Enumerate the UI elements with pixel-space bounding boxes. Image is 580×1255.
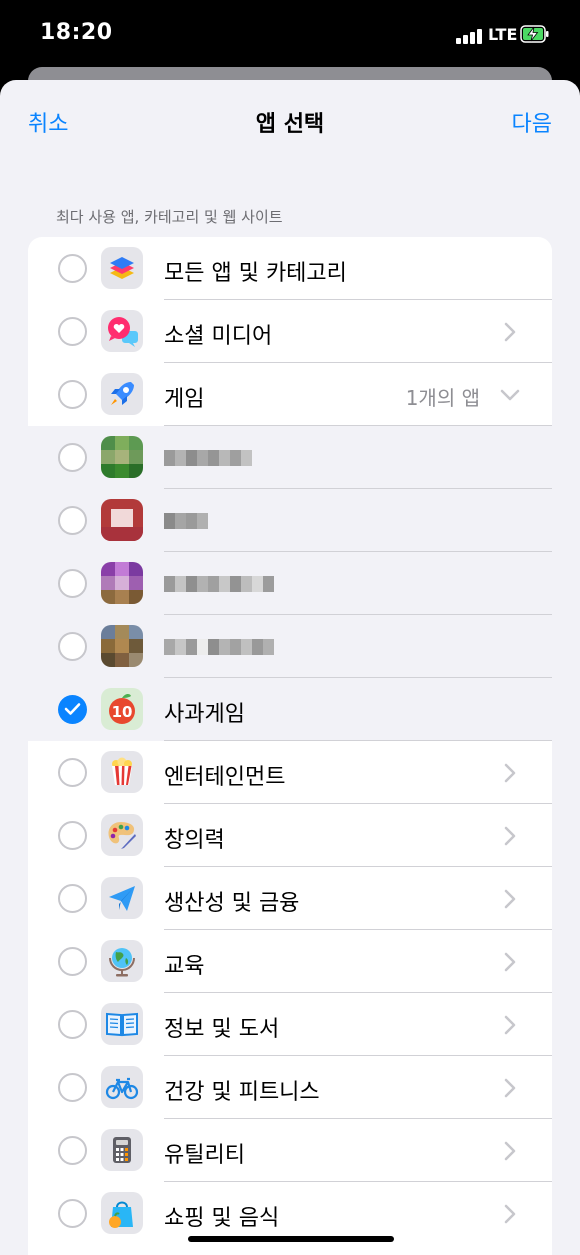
selection-circle[interactable] [58, 1199, 87, 1228]
selection-circle-checked[interactable] [58, 695, 87, 724]
selection-circle[interactable] [58, 632, 87, 661]
list-item-label: 쇼핑 및 음식 [164, 1206, 280, 1231]
selection-circle[interactable] [58, 254, 87, 283]
selection-circle[interactable] [58, 506, 87, 535]
chevron-right-icon [504, 952, 516, 972]
rocket-icon [101, 373, 143, 415]
list-item-label: 교육 [164, 954, 205, 979]
list-item-productivity-finance[interactable]: 생산성 및 금융 [28, 867, 552, 930]
home-indicator[interactable] [188, 1236, 394, 1242]
selection-circle[interactable] [58, 821, 87, 850]
selection-circle[interactable] [58, 380, 87, 409]
list-item-utilities[interactable]: 유틸리티 [28, 1119, 552, 1182]
list-item-social-media[interactable]: 소셜 미디어 [28, 300, 552, 363]
paper-plane-icon [101, 877, 143, 919]
list-item-label: 창의력 [164, 828, 225, 853]
blurred-app-name [164, 576, 274, 592]
list-item-entertainment[interactable]: 엔터테인먼트 [28, 741, 552, 804]
palette-icon [101, 814, 143, 856]
book-icon [101, 1003, 143, 1045]
selection-circle[interactable] [58, 1136, 87, 1165]
selection-circle[interactable] [58, 317, 87, 346]
category-list: 모든 앱 및 카테고리 소셜 미디어 게임 1개의 앱 10 사과게임 엔터테인… [28, 237, 552, 1255]
blurred-app-name [164, 513, 208, 529]
chat-bubbles-icon [101, 310, 143, 352]
popcorn-icon [101, 751, 143, 793]
blurred-app-icon [101, 499, 143, 541]
list-item-label: 엔터테인먼트 [164, 765, 286, 790]
status-time: 18:20 [40, 20, 113, 45]
apple-game-icon: 10 [101, 688, 143, 730]
section-header: 최다 사용 앱, 카테고리 및 웹 사이트 [56, 208, 283, 226]
blurred-app-icon [101, 625, 143, 667]
list-item-app[interactable] [28, 615, 552, 678]
chevron-right-icon [504, 889, 516, 909]
selection-circle[interactable] [58, 947, 87, 976]
blurred-app-name [164, 639, 274, 655]
checkmark-icon [64, 703, 81, 715]
chevron-right-icon [504, 1204, 516, 1224]
bicycle-icon [101, 1066, 143, 1108]
list-item-app[interactable] [28, 552, 552, 615]
list-item-label: 정보 및 도서 [164, 1017, 280, 1042]
selection-circle[interactable] [58, 758, 87, 787]
network-type: LTE [488, 25, 518, 44]
list-item-label: 생산성 및 금융 [164, 891, 300, 916]
blurred-app-name [164, 450, 252, 466]
list-item-app[interactable] [28, 489, 552, 552]
list-item-info-books[interactable]: 정보 및 도서 [28, 993, 552, 1056]
list-item-all-apps[interactable]: 모든 앱 및 카테고리 [28, 237, 552, 300]
chevron-right-icon [504, 1141, 516, 1161]
list-item-label: 게임 [164, 387, 205, 412]
list-item-creativity[interactable]: 창의력 [28, 804, 552, 867]
chevron-right-icon [504, 1078, 516, 1098]
app-picker-sheet: 취소 앱 선택 다음 최다 사용 앱, 카테고리 및 웹 사이트 모든 앱 및 … [0, 80, 580, 1255]
chevron-right-icon [504, 826, 516, 846]
list-item-label: 소셜 미디어 [164, 324, 273, 349]
calculator-icon [101, 1129, 143, 1171]
signal-strength-icon [456, 28, 484, 44]
page-title: 앱 선택 [255, 112, 325, 137]
selection-circle[interactable] [58, 1073, 87, 1102]
next-button[interactable]: 다음 [512, 106, 552, 138]
list-item-label: 건강 및 피트니스 [164, 1080, 320, 1105]
battery-charging-icon [520, 25, 550, 43]
list-item-apple-game[interactable]: 10 사과게임 [28, 678, 552, 741]
list-item-label: 유틸리티 [164, 1143, 245, 1168]
chevron-down-icon [500, 389, 520, 401]
chevron-right-icon [504, 1015, 516, 1035]
list-item-app[interactable] [28, 426, 552, 489]
list-item-education[interactable]: 교육 [28, 930, 552, 993]
list-item-games[interactable]: 게임 1개의 앱 [28, 363, 552, 426]
blurred-app-icon [101, 562, 143, 604]
chevron-right-icon [504, 322, 516, 342]
stack-icon [101, 247, 143, 289]
status-bar: 18:20 LTE [0, 0, 580, 70]
globe-icon [101, 940, 143, 982]
list-item-health-fitness[interactable]: 건강 및 피트니스 [28, 1056, 552, 1119]
selection-circle[interactable] [58, 569, 87, 598]
apple-game-badge: 10 [112, 703, 133, 721]
selection-circle[interactable] [58, 443, 87, 472]
list-item-label: 사과게임 [164, 702, 245, 727]
app-count: 1개의 앱 [405, 386, 480, 410]
selection-circle[interactable] [58, 1010, 87, 1039]
chevron-right-icon [504, 763, 516, 783]
blurred-app-icon [101, 436, 143, 478]
list-item-label: 모든 앱 및 카테고리 [164, 261, 347, 286]
shopping-bag-icon [101, 1192, 143, 1234]
selection-circle[interactable] [58, 884, 87, 913]
